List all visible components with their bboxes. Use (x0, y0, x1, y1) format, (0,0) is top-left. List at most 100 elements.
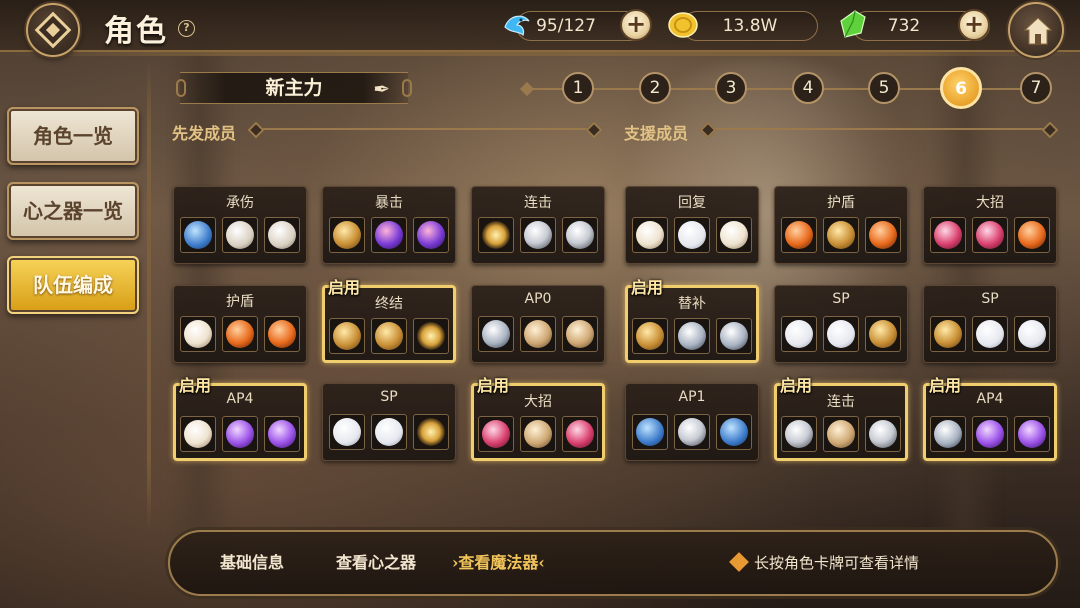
page-button-4[interactable]: 4 (792, 72, 824, 104)
team-card[interactable]: 护盾 (173, 285, 307, 363)
home-button[interactable] (1008, 2, 1064, 58)
equipment-slot[interactable] (674, 414, 710, 450)
equipment-slot[interactable] (674, 217, 710, 253)
equipment-slot[interactable] (371, 217, 407, 253)
equipment-slot[interactable] (865, 316, 901, 352)
team-card[interactable]: 启用 替补 (625, 278, 759, 363)
equipment-slot[interactable] (1014, 316, 1050, 352)
team-card-label: 连击 (524, 195, 552, 211)
help-icon[interactable]: ? (178, 20, 195, 37)
equipment-slot[interactable] (478, 316, 514, 352)
tab-basic-info[interactable]: 基础信息 (220, 532, 284, 594)
back-button[interactable] (26, 3, 80, 57)
equipment-slot[interactable] (562, 416, 598, 452)
team-card[interactable]: AP0 (471, 285, 605, 363)
equipment-slot[interactable] (222, 416, 258, 452)
ring-purple-icon (976, 420, 1004, 448)
equipment-slot[interactable] (478, 217, 514, 253)
equipment-slot[interactable] (865, 217, 901, 253)
team-card[interactable]: 启用 AP4 (923, 376, 1057, 461)
equipment-slot[interactable] (716, 217, 752, 253)
equipment-slot[interactable] (1014, 217, 1050, 253)
team-name-field[interactable]: 新主力 ✒ (176, 72, 412, 104)
sidebar-item-heart-vessel-list[interactable]: 心之器一览 (7, 182, 139, 240)
equipment-slot[interactable] (520, 316, 556, 352)
team-card[interactable]: 大招 (923, 186, 1057, 264)
team-card[interactable]: 护盾 (774, 186, 908, 264)
equipment-slot[interactable] (1014, 416, 1050, 452)
page-button-6[interactable]: 6 (940, 67, 982, 109)
team-card[interactable]: 连击 (471, 186, 605, 264)
add-gem-button[interactable]: + (958, 9, 990, 41)
quill-icon[interactable]: ✒ (373, 77, 390, 101)
tab-heart-vessel[interactable]: 查看心之器 (336, 532, 416, 594)
equipment-slot[interactable] (562, 217, 598, 253)
page-button-3[interactable]: 3 (715, 72, 747, 104)
page-button-2[interactable]: 2 (639, 72, 671, 104)
team-card[interactable]: 启用 AP4 (173, 376, 307, 461)
equipment-slot[interactable] (264, 217, 300, 253)
equipment-slot[interactable] (781, 316, 817, 352)
staff-blue-icon (184, 221, 212, 249)
equipment-slot[interactable] (329, 318, 365, 354)
equipment-slot[interactable] (781, 416, 817, 452)
shield-gold-icon (333, 221, 361, 249)
staff-blue-icon (720, 418, 748, 446)
equipment-slot[interactable] (632, 414, 668, 450)
page-button-1[interactable]: 1 (562, 72, 594, 104)
equipment-slot[interactable] (520, 416, 556, 452)
equipment-slots (174, 316, 306, 352)
equipment-slot[interactable] (972, 416, 1008, 452)
equipment-slot[interactable] (562, 316, 598, 352)
equipment-slot[interactable] (371, 318, 407, 354)
equipment-slot[interactable] (930, 316, 966, 352)
equipment-slot[interactable] (371, 414, 407, 450)
team-card[interactable]: 启用 终结 (322, 278, 456, 363)
equipment-slot[interactable] (972, 217, 1008, 253)
sidebar-item-character-list[interactable]: 角色一览 (7, 107, 139, 165)
lance-orange-icon (785, 221, 813, 249)
equipment-slot[interactable] (716, 414, 752, 450)
equipment-slot[interactable] (930, 416, 966, 452)
equipment-slot[interactable] (413, 217, 449, 253)
team-card[interactable]: AP1 (625, 383, 759, 461)
page-button-5[interactable]: 5 (868, 72, 900, 104)
equipment-slot[interactable] (865, 416, 901, 452)
equipment-slot[interactable] (823, 416, 859, 452)
equipment-slot[interactable] (632, 217, 668, 253)
sidebar-item-team-formation[interactable]: 队伍编成 (7, 256, 139, 314)
equipment-slot[interactable] (823, 316, 859, 352)
equipment-slot[interactable] (329, 217, 365, 253)
equipment-slot[interactable] (180, 217, 216, 253)
equipment-slot[interactable] (930, 217, 966, 253)
equipment-slot[interactable] (520, 217, 556, 253)
equipment-slot[interactable] (180, 316, 216, 352)
team-card[interactable]: 承伤 (173, 186, 307, 264)
equipment-slot[interactable] (632, 318, 668, 354)
equipment-slot[interactable] (413, 318, 449, 354)
equipment-slot[interactable] (264, 316, 300, 352)
tab-magic-tools[interactable]: ›查看魔法器‹ (452, 532, 545, 594)
equipment-slot[interactable] (478, 416, 514, 452)
equipment-slot[interactable] (413, 414, 449, 450)
equipment-slot[interactable] (674, 318, 710, 354)
equipment-slot[interactable] (972, 316, 1008, 352)
equipment-slot[interactable] (222, 316, 258, 352)
equipment-slot[interactable] (329, 414, 365, 450)
equipment-slot[interactable] (716, 318, 752, 354)
add-stamina-button[interactable]: + (620, 9, 652, 41)
page-button-7[interactable]: 7 (1020, 72, 1052, 104)
equipment-slot[interactable] (180, 416, 216, 452)
team-card[interactable]: 回复 (625, 186, 759, 264)
equipment-slot[interactable] (781, 217, 817, 253)
team-card[interactable]: SP (923, 285, 1057, 363)
gold-value: 13.8W (722, 16, 778, 36)
equipment-slot[interactable] (823, 217, 859, 253)
team-card[interactable]: SP (322, 383, 456, 461)
team-card[interactable]: 启用 连击 (774, 376, 908, 461)
team-card[interactable]: 启用 大招 (471, 376, 605, 461)
equipment-slot[interactable] (222, 217, 258, 253)
team-card[interactable]: SP (774, 285, 908, 363)
team-card[interactable]: 暴击 (322, 186, 456, 264)
equipment-slot[interactable] (264, 416, 300, 452)
